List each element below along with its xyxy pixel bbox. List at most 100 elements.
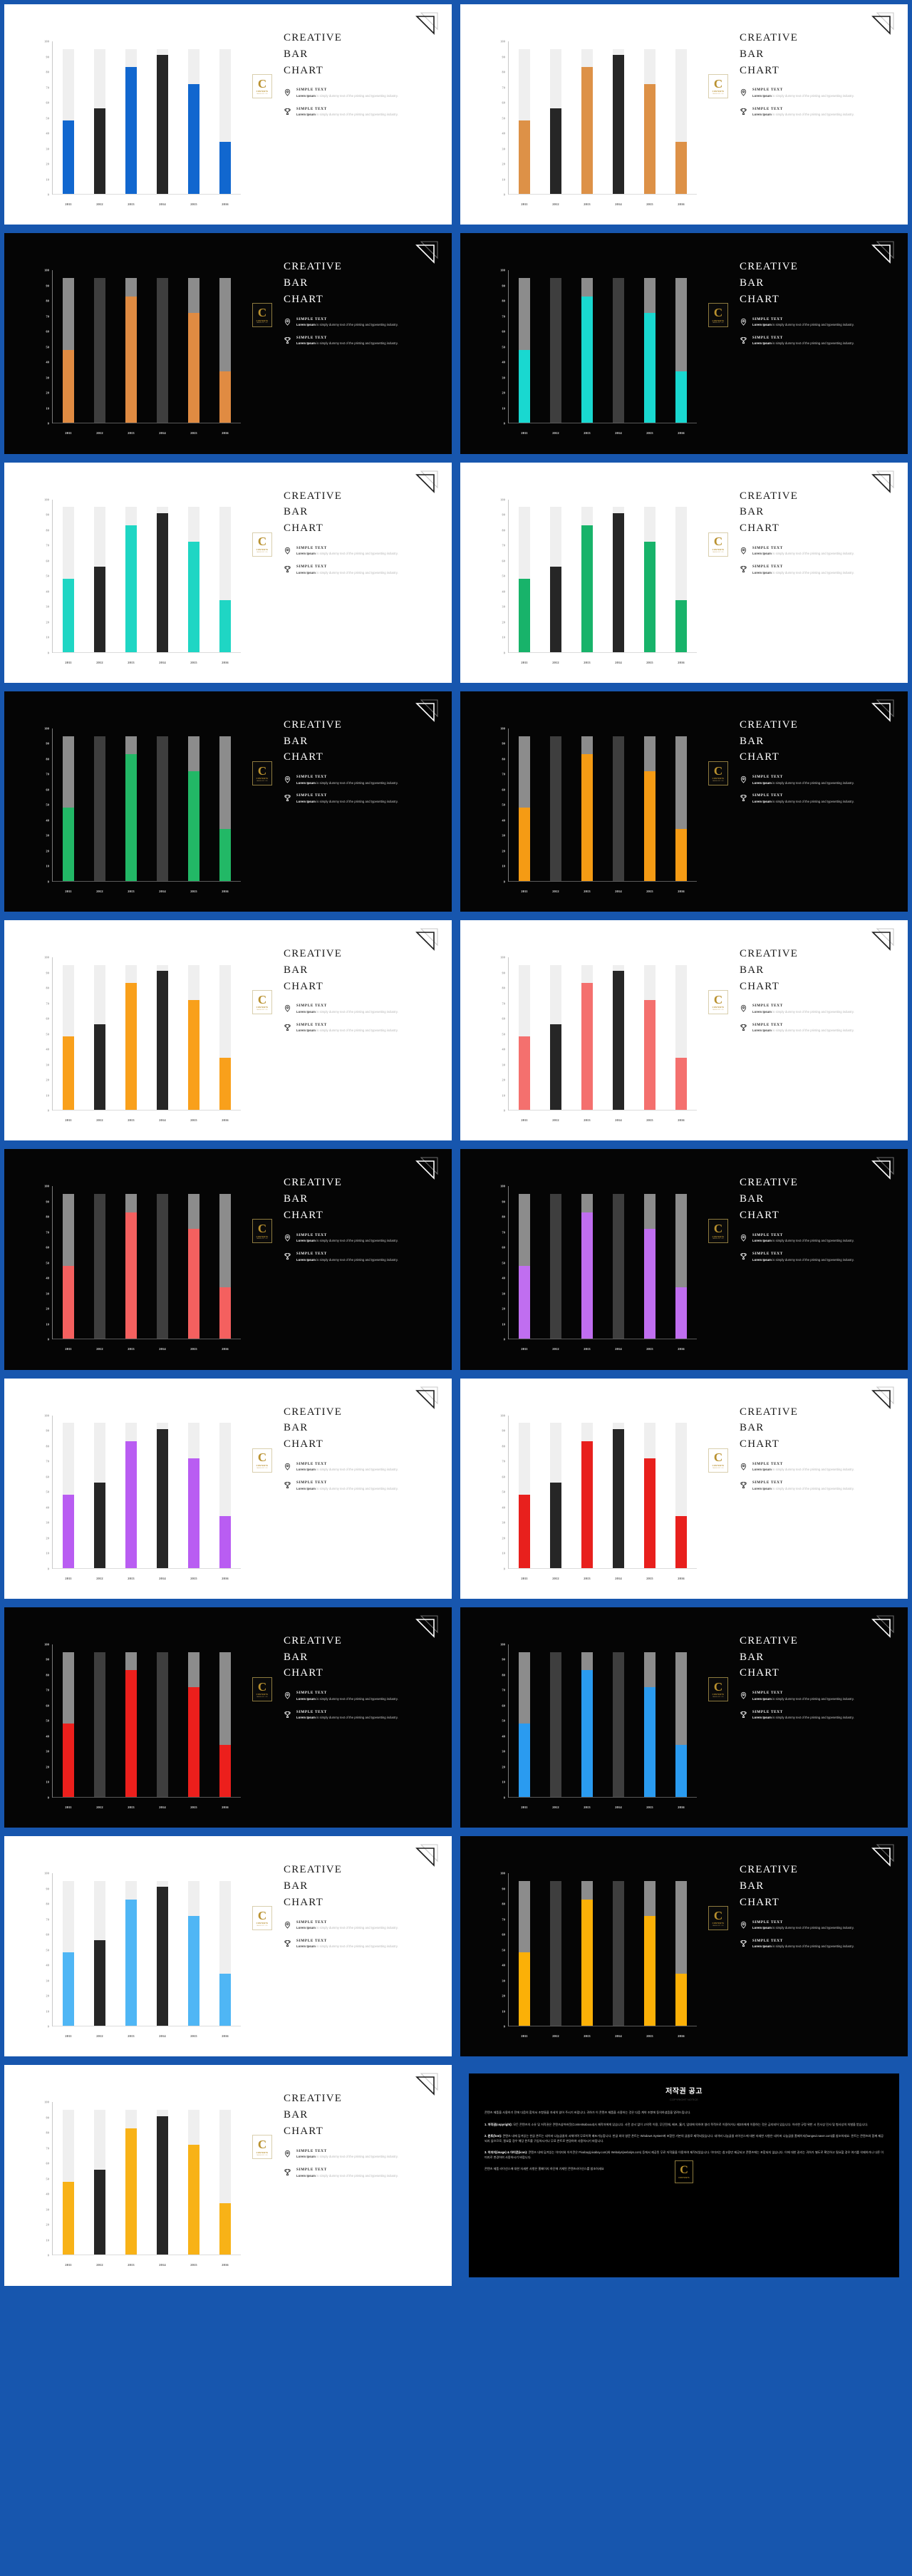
location-pin-icon bbox=[740, 1233, 747, 1244]
y-axis-tick: 20 bbox=[502, 620, 505, 624]
feature-item[interactable]: SIMPLE TEXT Lorem Ipsum is simply dummy t… bbox=[284, 317, 426, 328]
feature-item[interactable]: SIMPLE TEXT Lorem Ipsum is simply dummy t… bbox=[284, 1920, 426, 1931]
bar-chart: 0 10 20 30 40 50 60 70 80 90 100 2011 2012 2013 2014 2… bbox=[34, 39, 241, 206]
presentation-slide-12[interactable]: 0 10 20 30 40 50 60 70 80 90 100 2011 2012 2013 2014 2… bbox=[460, 1149, 908, 1370]
feature-item[interactable]: SIMPLE TEXT Lorem Ipsum is simply dummy t… bbox=[284, 1462, 426, 1473]
trophy-icon bbox=[740, 1480, 747, 1491]
feature-item[interactable]: SIMPLE TEXT Lorem Ipsum is simply dummy t… bbox=[740, 1939, 882, 1949]
presentation-slide-8[interactable]: 0 10 20 30 40 50 60 70 80 90 100 2011 2012 2013 2014 2… bbox=[460, 691, 908, 912]
feature-item[interactable]: SIMPLE TEXT Lorem Ipsum is simply dummy t… bbox=[284, 775, 426, 785]
chart-plot-area bbox=[53, 2102, 241, 2256]
presentation-slide-13[interactable]: 0 10 20 30 40 50 60 70 80 90 100 2011 2012 2013 2014 2… bbox=[4, 1378, 452, 1599]
feature-item[interactable]: SIMPLE TEXT Lorem Ipsum is simply dummy t… bbox=[284, 565, 426, 575]
y-axis-tick: 30 bbox=[502, 1292, 505, 1296]
feature-item[interactable]: SIMPLE TEXT Lorem Ipsum is simply dummy t… bbox=[740, 1233, 882, 1244]
y-axis-tick: 0 bbox=[503, 1567, 505, 1571]
bar-fill bbox=[644, 999, 656, 1111]
feature-heading: SIMPLE TEXT bbox=[752, 1691, 783, 1696]
feature-item[interactable]: SIMPLE TEXT Lorem Ipsum is simply dummy t… bbox=[284, 1233, 426, 1244]
title-line: BAR bbox=[740, 1880, 765, 1892]
presentation-slide-7[interactable]: 0 10 20 30 40 50 60 70 80 90 100 2011 2012 2013 2014 2… bbox=[4, 691, 452, 912]
presentation-slide-3[interactable]: 0 10 20 30 40 50 60 70 80 90 100 2011 2012 2013 2014 2… bbox=[4, 233, 452, 454]
bar-fill bbox=[188, 771, 200, 881]
feature-item[interactable]: SIMPLE TEXT Lorem Ipsum is simply dummy t… bbox=[284, 546, 426, 557]
feature-item[interactable]: SIMPLE TEXT Lorem Ipsum is simply dummy t… bbox=[284, 2149, 426, 2160]
title-line: CHART bbox=[740, 1209, 779, 1221]
location-pin-icon bbox=[284, 317, 291, 328]
feature-item[interactable]: SIMPLE TEXT Lorem Ipsum is simply dummy t… bbox=[740, 1004, 882, 1014]
feature-item[interactable]: SIMPLE TEXT Lorem Ipsum is simply dummy t… bbox=[284, 2168, 426, 2178]
bar-column bbox=[519, 1873, 530, 2026]
feature-item[interactable]: SIMPLE TEXT Lorem Ipsum is simply dummy t… bbox=[284, 793, 426, 804]
presentation-slide-9[interactable]: 0 10 20 30 40 50 60 70 80 90 100 2011 2012 2013 2014 2… bbox=[4, 920, 452, 1141]
x-axis-label: 2013 bbox=[128, 2034, 135, 2039]
feature-item[interactable]: SIMPLE TEXT Lorem Ipsum is simply dummy t… bbox=[740, 793, 882, 804]
feature-item[interactable]: SIMPLE TEXT Lorem Ipsum is simply dummy t… bbox=[740, 1710, 882, 1721]
feature-description: Lorem Ipsum is simply dummy text of the … bbox=[296, 341, 398, 346]
feature-item[interactable]: SIMPLE TEXT Lorem Ipsum is simply dummy t… bbox=[284, 1480, 426, 1491]
feature-heading: SIMPLE TEXT bbox=[296, 2148, 327, 2153]
chart-plot-area bbox=[509, 41, 697, 195]
presentation-slide-18[interactable]: 0 10 20 30 40 50 60 70 80 90 100 2011 2012 2013 2014 2… bbox=[460, 1836, 908, 2057]
feature-heading: SIMPLE TEXT bbox=[296, 316, 327, 321]
feature-item[interactable]: SIMPLE TEXT Lorem Ipsum is simply dummy t… bbox=[284, 1023, 426, 1034]
presentation-slide-11[interactable]: 0 10 20 30 40 50 60 70 80 90 100 2011 2012 2013 2014 2… bbox=[4, 1149, 452, 1370]
x-axis-label: 2015 bbox=[646, 2034, 653, 2039]
bar-fill bbox=[63, 1952, 74, 2026]
presentation-slide-16[interactable]: 0 10 20 30 40 50 60 70 80 90 100 2011 2012 2013 2014 2… bbox=[460, 1607, 908, 1828]
y-axis-tick: 60 bbox=[502, 788, 505, 792]
bar-fill bbox=[519, 808, 530, 881]
copyright-slide[interactable]: 저작권 공고 COPYRIGHT NOTICE 콘텐츠 제품을 사용하기 전에 다음… bbox=[460, 2065, 908, 2285]
presentation-slide-17[interactable]: 0 10 20 30 40 50 60 70 80 90 100 2011 2012 2013 2014 2… bbox=[4, 1836, 452, 2057]
x-axis-label: 2012 bbox=[552, 1347, 559, 1351]
feature-item[interactable]: SIMPLE TEXT Lorem Ipsum is simply dummy t… bbox=[740, 775, 882, 785]
slide-text-column: CREATIVE BAR CHART SIMPLE TEXT Lorem Ipsum … bbox=[740, 717, 882, 813]
presentation-slide-1[interactable]: 0 10 20 30 40 50 60 70 80 90 100 2011 2012 2013 2014 2… bbox=[4, 4, 452, 225]
presentation-slide-10[interactable]: 0 10 20 30 40 50 60 70 80 90 100 2011 2012 2013 2014 2… bbox=[460, 920, 908, 1141]
presentation-slide-6[interactable]: 0 10 20 30 40 50 60 70 80 90 100 2011 2012 2013 2014 2… bbox=[460, 462, 908, 683]
feature-item[interactable]: SIMPLE TEXT Lorem Ipsum is simply dummy t… bbox=[284, 107, 426, 118]
y-axis-tick: 100 bbox=[500, 268, 505, 272]
x-axis-label: 2016 bbox=[222, 1576, 229, 1580]
bar-fill bbox=[125, 67, 137, 194]
feature-item[interactable]: SIMPLE TEXT Lorem Ipsum is simply dummy t… bbox=[740, 1920, 882, 1931]
feature-item[interactable]: SIMPLE TEXT Lorem Ipsum is simply dummy t… bbox=[740, 565, 882, 575]
bar-fill bbox=[219, 1974, 231, 2026]
feature-item[interactable]: SIMPLE TEXT Lorem Ipsum is simply dummy t… bbox=[740, 1480, 882, 1491]
y-axis-tick: 100 bbox=[44, 39, 49, 43]
feature-item[interactable]: SIMPLE TEXT Lorem Ipsum is simply dummy t… bbox=[740, 317, 882, 328]
presentation-slide-19[interactable]: 0 10 20 30 40 50 60 70 80 90 100 2011 2012 2013 2014 2… bbox=[4, 2065, 452, 2286]
presentation-slide-4[interactable]: 0 10 20 30 40 50 60 70 80 90 100 2011 2012 2013 2014 2… bbox=[460, 233, 908, 454]
chart-plot-area bbox=[509, 957, 697, 1111]
y-axis-tick: 30 bbox=[46, 604, 49, 609]
bar-fill bbox=[675, 142, 687, 194]
presentation-slide-15[interactable]: 0 10 20 30 40 50 60 70 80 90 100 2011 2012 2013 2014 2… bbox=[4, 1607, 452, 1828]
feature-item[interactable]: SIMPLE TEXT Lorem Ipsum is simply dummy t… bbox=[740, 1691, 882, 1701]
brand-logo-badge: C CONTENTS MADE BY CS bbox=[708, 990, 728, 1015]
feature-item[interactable]: SIMPLE TEXT Lorem Ipsum is simply dummy t… bbox=[284, 1004, 426, 1014]
presentation-slide-2[interactable]: 0 10 20 30 40 50 60 70 80 90 100 2011 2012 2013 2014 2… bbox=[460, 4, 908, 225]
feature-item[interactable]: SIMPLE TEXT Lorem Ipsum is simply dummy t… bbox=[740, 107, 882, 118]
feature-item[interactable]: SIMPLE TEXT Lorem Ipsum is simply dummy t… bbox=[284, 1691, 426, 1701]
y-axis-tick: 90 bbox=[502, 1200, 505, 1204]
feature-item[interactable]: SIMPLE TEXT Lorem Ipsum is simply dummy t… bbox=[740, 1462, 882, 1473]
copyright-title: 저작권 공고 bbox=[665, 2088, 703, 2096]
feature-item[interactable]: SIMPLE TEXT Lorem Ipsum is simply dummy t… bbox=[740, 336, 882, 346]
feature-item[interactable]: SIMPLE TEXT Lorem Ipsum is simply dummy t… bbox=[740, 1023, 882, 1034]
presentation-slide-14[interactable]: 0 10 20 30 40 50 60 70 80 90 100 2011 2012 2013 2014 2… bbox=[460, 1378, 908, 1599]
bar-column bbox=[125, 500, 137, 652]
presentation-slide-5[interactable]: 0 10 20 30 40 50 60 70 80 90 100 2011 2012 2013 2014 2… bbox=[4, 462, 452, 683]
feature-item[interactable]: SIMPLE TEXT Lorem Ipsum is simply dummy t… bbox=[284, 336, 426, 346]
bar-column bbox=[581, 41, 593, 194]
feature-item[interactable]: SIMPLE TEXT Lorem Ipsum is simply dummy t… bbox=[284, 1939, 426, 1949]
feature-item[interactable]: SIMPLE TEXT Lorem Ipsum is simply dummy t… bbox=[284, 88, 426, 98]
y-axis-tick: 90 bbox=[46, 1657, 49, 1661]
bar-column bbox=[94, 2102, 105, 2255]
bar-column bbox=[219, 41, 231, 194]
feature-item[interactable]: SIMPLE TEXT Lorem Ipsum is simply dummy t… bbox=[740, 546, 882, 557]
feature-item[interactable]: SIMPLE TEXT Lorem Ipsum is simply dummy t… bbox=[740, 1252, 882, 1262]
feature-item[interactable]: SIMPLE TEXT Lorem Ipsum is simply dummy t… bbox=[284, 1252, 426, 1262]
feature-item[interactable]: SIMPLE TEXT Lorem Ipsum is simply dummy t… bbox=[284, 1710, 426, 1721]
feature-item[interactable]: SIMPLE TEXT Lorem Ipsum is simply dummy t… bbox=[740, 88, 882, 98]
chart-bars bbox=[53, 1186, 241, 1339]
